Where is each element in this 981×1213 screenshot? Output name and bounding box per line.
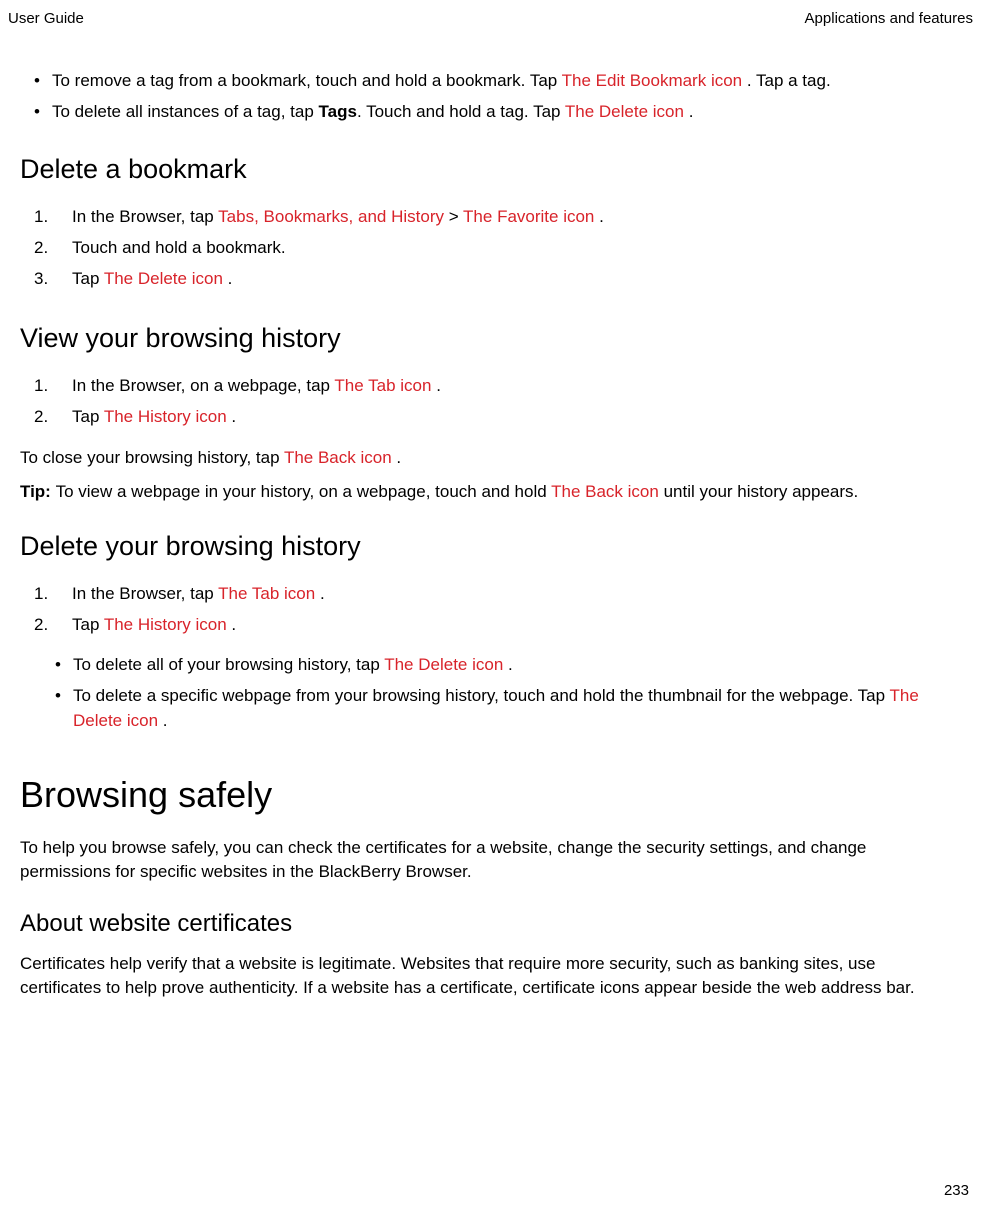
history-icon: The History icon (104, 407, 232, 426)
list-item: Touch and hold a bookmark. (34, 236, 961, 267)
edit-bookmark-icon: The Edit Bookmark icon (562, 71, 747, 90)
heading-view-history: View your browsing history (20, 319, 961, 358)
text: To delete all of your browsing history, … (73, 655, 384, 674)
heading-browsing-safely: Browsing safely (20, 769, 961, 821)
text: Touch and hold a bookmark. (72, 238, 286, 257)
close-history-text: To close your browsing history, tap The … (20, 446, 961, 471)
view-history-steps: In the Browser, on a webpage, tap The Ta… (20, 374, 961, 435)
text: . (396, 448, 401, 467)
list-item: Tap The History icon . (34, 613, 961, 644)
document-page: User Guide Applications and features To … (0, 0, 981, 1213)
text: To delete all instances of a tag, tap (52, 102, 319, 121)
text: . (231, 615, 236, 634)
heading-delete-history: Delete your browsing history (20, 527, 961, 566)
text: In the Browser, on a webpage, tap (72, 376, 334, 395)
text: . Touch and hold a tag. Tap (357, 102, 565, 121)
list-item: In the Browser, on a webpage, tap The Ta… (34, 374, 961, 405)
history-icon: The History icon (104, 615, 232, 634)
text: In the Browser, tap (72, 207, 218, 226)
tip-label: Tip: (20, 482, 56, 501)
back-icon: The Back icon (284, 448, 396, 467)
tab-icon: The Tab icon (334, 376, 436, 395)
delete-history-steps: In the Browser, tap The Tab icon . Tap T… (20, 582, 961, 643)
header-left: User Guide (8, 10, 84, 27)
text: . (508, 655, 513, 674)
page-content: To remove a tag from a bookmark, touch a… (0, 27, 981, 1001)
tags-label: Tags (319, 102, 357, 121)
page-header: User Guide Applications and features (0, 10, 981, 27)
text: . (320, 584, 325, 603)
list-item: To delete all instances of a tag, tap Ta… (34, 100, 961, 131)
list-item: In the Browser, tap Tabs, Bookmarks, and… (34, 205, 961, 236)
heading-about-certs: About website certificates (20, 907, 961, 942)
browsing-safely-paragraph: To help you browse safely, you can check… (20, 836, 961, 885)
text: . (436, 376, 441, 395)
text: Tap (72, 407, 104, 426)
text: . Tap a tag. (747, 71, 831, 90)
heading-delete-bookmark: Delete a bookmark (20, 150, 961, 189)
text: To delete a specific webpage from your b… (73, 686, 890, 705)
tip-text: Tip: To view a webpage in your history, … (20, 480, 961, 505)
list-item: To delete all of your browsing history, … (55, 653, 961, 684)
text: . (689, 102, 694, 121)
intro-bullets: To remove a tag from a bookmark, touch a… (20, 69, 961, 130)
header-right: Applications and features (805, 10, 973, 27)
back-icon: The Back icon (551, 482, 663, 501)
text: To close your browsing history, tap (20, 448, 284, 467)
tabs-bookmarks-history-icon: Tabs, Bookmarks, and History (218, 207, 449, 226)
text: . (228, 269, 233, 288)
list-item: Tap The Delete icon . (34, 267, 961, 298)
text: To remove a tag from a bookmark, touch a… (52, 71, 562, 90)
about-certs-paragraph: Certificates help verify that a website … (20, 952, 961, 1001)
text: . (231, 407, 236, 426)
text: . (599, 207, 604, 226)
page-number: 233 (944, 1182, 969, 1199)
text: until your history appears. (664, 482, 859, 501)
text: In the Browser, tap (72, 584, 218, 603)
text: Tap (72, 269, 104, 288)
delete-icon: The Delete icon (565, 102, 689, 121)
text: > (449, 207, 463, 226)
text: To view a webpage in your history, on a … (56, 482, 552, 501)
list-item: Tap The History icon . (34, 405, 961, 436)
text: . (163, 711, 168, 730)
list-item: To remove a tag from a bookmark, touch a… (34, 69, 961, 100)
text: Tap (72, 615, 104, 634)
favorite-icon: The Favorite icon (463, 207, 599, 226)
delete-icon: The Delete icon (104, 269, 228, 288)
delete-icon: The Delete icon (384, 655, 508, 674)
list-item: To delete a specific webpage from your b… (55, 684, 961, 739)
delete-bookmark-steps: In the Browser, tap Tabs, Bookmarks, and… (20, 205, 961, 297)
list-item: In the Browser, tap The Tab icon . (34, 582, 961, 613)
tab-icon: The Tab icon (218, 584, 320, 603)
delete-history-options: To delete all of your browsing history, … (20, 653, 961, 739)
